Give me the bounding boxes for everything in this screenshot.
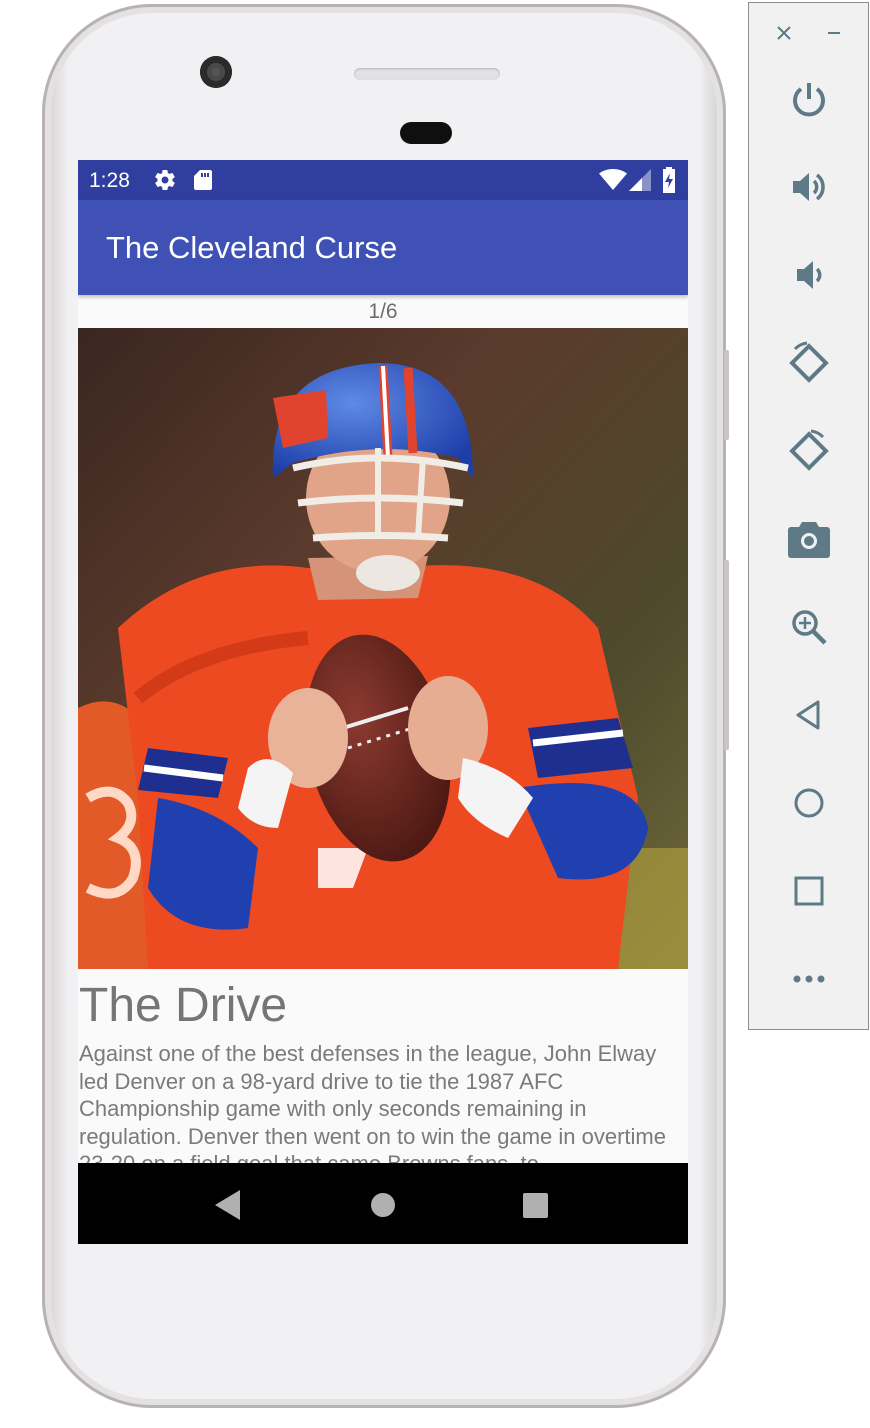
- front-camera: [200, 56, 232, 88]
- rotate-left-icon[interactable]: [785, 339, 833, 387]
- app-bar: The Cleveland Curse: [78, 200, 688, 295]
- close-icon[interactable]: [772, 21, 796, 45]
- wifi-icon: [599, 169, 627, 196]
- article-description: Against one of the best defenses in the …: [79, 1041, 666, 1176]
- zoom-icon[interactable]: [785, 603, 833, 651]
- earpiece-speaker: [354, 68, 500, 80]
- nav-home-icon[interactable]: [370, 1192, 396, 1223]
- status-bar: 1:28: [78, 160, 688, 200]
- app-title: The Cleveland Curse: [106, 230, 398, 265]
- nav-recents-icon[interactable]: [523, 1193, 548, 1223]
- battery-charging-icon: [662, 167, 676, 198]
- sd-card-icon: [192, 168, 214, 197]
- overview-icon[interactable]: [785, 867, 833, 915]
- volume-down-icon[interactable]: [785, 251, 833, 299]
- volume-side-button: [724, 560, 729, 750]
- power-icon[interactable]: [785, 75, 833, 123]
- more-icon[interactable]: [785, 955, 833, 1003]
- power-side-button: [724, 350, 729, 440]
- cell-signal-icon: [629, 169, 651, 196]
- rotate-right-icon[interactable]: [785, 427, 833, 475]
- camera-icon[interactable]: [785, 515, 833, 563]
- article-title: The Drive: [79, 979, 288, 1032]
- device-screen: 1:28 The Cleveland Curse 1/6 The Drive A…: [78, 160, 688, 1244]
- volume-up-icon[interactable]: [785, 163, 833, 211]
- article-photo[interactable]: [78, 328, 688, 969]
- nav-back-icon[interactable]: [215, 1190, 241, 1225]
- proximity-sensor: [400, 122, 452, 144]
- back-icon[interactable]: [785, 691, 833, 739]
- status-time: 1:28: [89, 169, 130, 192]
- settings-icon: [153, 168, 177, 197]
- minimize-icon[interactable]: [822, 21, 846, 45]
- emulator-toolbar: [748, 2, 869, 1030]
- navigation-bar: [78, 1163, 688, 1244]
- page-indicator: 1/6: [368, 300, 398, 323]
- home-icon[interactable]: [785, 779, 833, 827]
